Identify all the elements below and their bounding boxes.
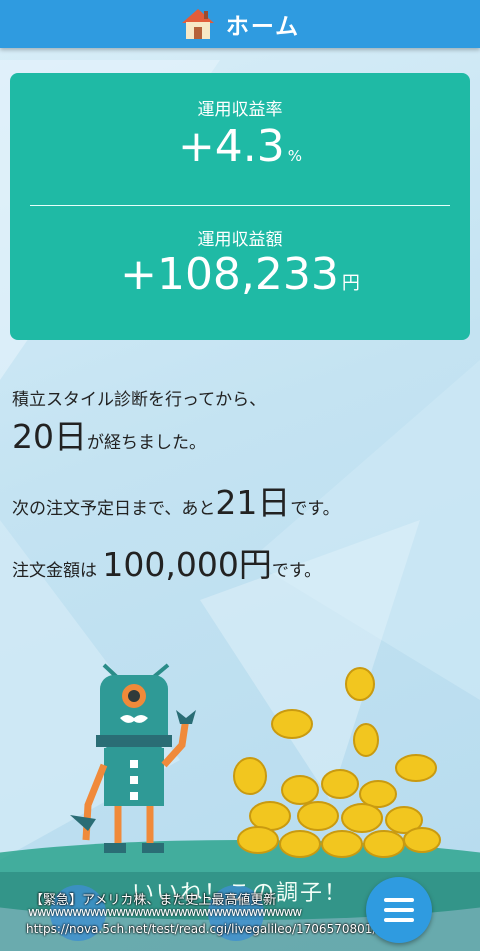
yield-card: 運用収益率 +4.3% 運用収益額 +108,233 円 bbox=[10, 73, 470, 340]
news-url[interactable]: https://nova.5ch.net/test/read.cgi/liveg… bbox=[26, 922, 376, 936]
next-order-line: 次の注文予定日まで、あと21日です。 bbox=[12, 476, 340, 524]
elapsed-line: 20日が経ちました。 bbox=[12, 410, 206, 458]
rate-value: +4.3 bbox=[177, 121, 285, 172]
rate-display: +4.3% bbox=[10, 121, 470, 172]
rate-unit: % bbox=[287, 147, 303, 165]
page-title: ホーム bbox=[225, 14, 301, 40]
hamburger-icon-bar bbox=[384, 898, 414, 902]
hamburger-icon-bar bbox=[384, 918, 414, 922]
amount-value: +108,233 bbox=[120, 249, 339, 300]
app-header: ホーム bbox=[0, 0, 480, 48]
home-icon bbox=[181, 9, 214, 39]
order-suffix: です。 bbox=[271, 561, 322, 581]
card-divider bbox=[30, 205, 450, 206]
diagnosis-line: 積立スタイル診断を行ってから、 bbox=[12, 390, 267, 410]
next-prefix: 次の注文予定日まで、あと bbox=[12, 499, 216, 519]
days-remaining: 21日 bbox=[215, 483, 291, 522]
order-prefix: 注文金額は bbox=[12, 561, 97, 581]
menu-button[interactable] bbox=[366, 877, 432, 943]
robot-illustration bbox=[70, 663, 196, 853]
next-suffix: です。 bbox=[290, 499, 340, 519]
hamburger-icon-bar bbox=[384, 908, 414, 912]
coin-pile bbox=[233, 667, 441, 858]
amount-unit: 円 bbox=[341, 273, 360, 294]
amount-display: +108,233 円 bbox=[10, 249, 470, 300]
news-noise: wwwwwwwwwwwwwwwwwwwwwwwwwwwwwww bbox=[28, 905, 302, 919]
order-amount-line: 注文金額は 100,000円です。 bbox=[12, 538, 321, 586]
order-amount: 100,000円 bbox=[102, 545, 272, 584]
amount-label: 運用収益額 bbox=[197, 230, 283, 250]
days-elapsed: 20日 bbox=[12, 417, 87, 456]
elapsed-suffix: が経ちました。 bbox=[87, 433, 206, 453]
rate-label: 運用収益率 bbox=[197, 100, 283, 120]
